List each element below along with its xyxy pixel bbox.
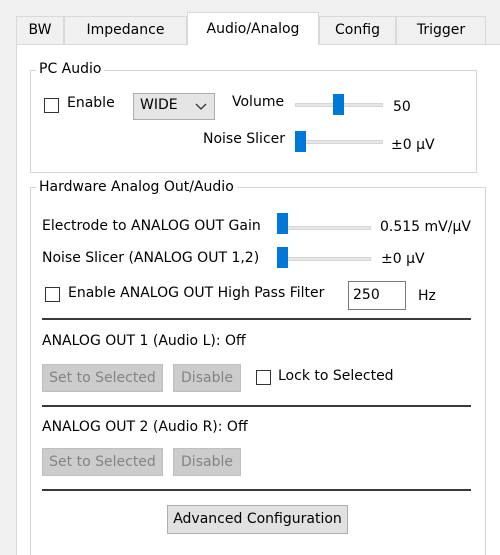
out2-disable-button[interactable]: Disable [173,448,241,476]
divider [42,489,471,491]
pc-noise-slicer-value: ±0 μV [391,137,435,153]
gain-label: Electrode to ANALOG OUT Gain [42,218,261,234]
analog-out-2-status: ANALOG OUT 2 (Audio R): Off [42,419,248,435]
analog-noise-slicer-label: Noise Slicer (ANALOG OUT 1,2) [42,250,260,266]
hardware-analog-title: Hardware Analog Out/Audio [36,179,237,195]
lock-to-selected-checkbox[interactable] [256,370,271,385]
hpf-unit: Hz [418,288,436,304]
out2-set-to-selected-button[interactable]: Set to Selected [42,448,163,476]
volume-label: Volume [232,94,285,110]
volume-slider-thumb[interactable] [333,94,344,115]
audio-mode-select[interactable]: WIDE [133,93,215,120]
tab-audio-analog[interactable]: Audio/Analog [187,12,319,45]
gain-value: 0.515 mV/μV [380,219,471,235]
tab-impedance[interactable]: Impedance [64,16,187,44]
pc-audio-enable-checkbox[interactable] [44,98,59,113]
gain-slider-track[interactable] [277,226,371,230]
tab-config[interactable]: Config [319,16,396,44]
analog-noise-slicer-thumb[interactable] [277,247,288,268]
pc-audio-title: PC Audio [36,61,105,77]
tab-bw[interactable]: BW [16,16,64,44]
advanced-configuration-button[interactable]: Advanced Configuration [167,505,348,534]
tab-trigger[interactable]: Trigger [396,16,486,44]
pc-audio-enable-label[interactable]: Enable [67,95,115,111]
divider [42,405,471,407]
audio-mode-value: WIDE [140,97,178,113]
out1-set-to-selected-button[interactable]: Set to Selected [42,364,163,392]
hpf-enable-label[interactable]: Enable ANALOG OUT High Pass Filter [68,285,324,301]
pc-noise-slicer-label: Noise Slicer [203,131,286,147]
out1-disable-button[interactable]: Disable [173,364,241,392]
chevron-down-icon [195,103,207,110]
analog-noise-slicer-value: ±0 μV [381,251,425,267]
analog-noise-slicer-track[interactable] [277,257,371,261]
analog-out-1-status: ANALOG OUT 1 (Audio L): Off [42,333,246,349]
hpf-enable-checkbox[interactable] [45,287,60,302]
pc-noise-slicer-track[interactable] [295,140,383,144]
divider [42,318,471,320]
pc-audio-group [30,70,477,173]
gain-slider-thumb[interactable] [277,213,288,234]
hpf-frequency-input[interactable]: 250 [348,281,406,310]
pc-noise-slicer-thumb[interactable] [295,131,306,152]
lock-to-selected-label[interactable]: Lock to Selected [278,368,394,384]
volume-value: 50 [393,99,411,115]
